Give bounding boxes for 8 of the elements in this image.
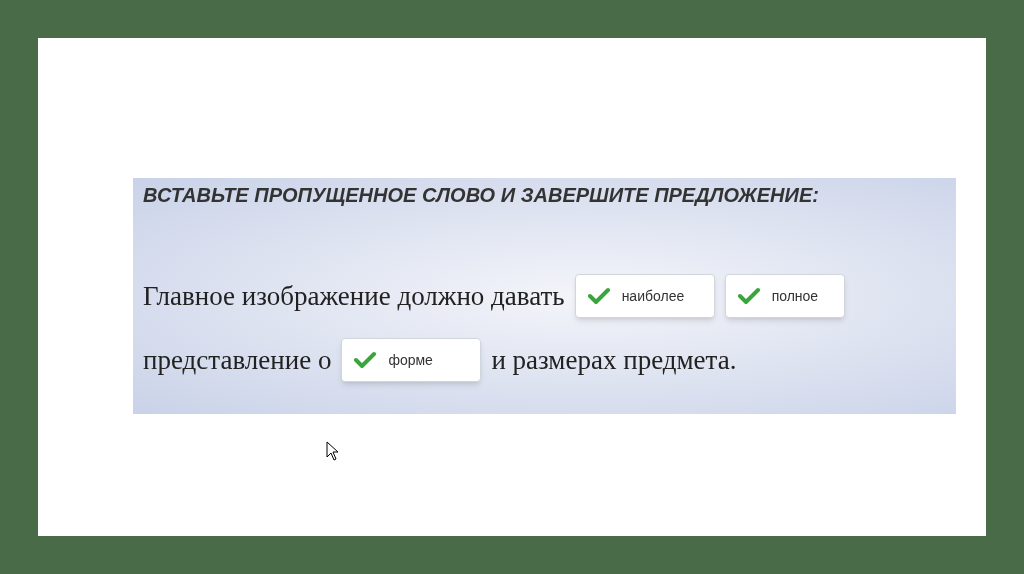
answer-box[interactable]: полное	[724, 274, 845, 318]
sentence-text: Главное изображение должно давать	[143, 279, 565, 313]
sentence-text: представление о	[143, 343, 332, 377]
sentence-text: и размерах предмета.	[491, 343, 737, 377]
mouse-cursor-icon	[326, 441, 339, 461]
answer-box[interactable]: наиболее	[574, 274, 715, 318]
task-title: ВСТАВЬТЕ ПРОПУЩЕННОЕ СЛОВО И ЗАВЕРШИТЕ ПРЕДЛОЖЕНИЕ:	[143, 183, 820, 208]
answer-box[interactable]: форме	[341, 338, 482, 382]
